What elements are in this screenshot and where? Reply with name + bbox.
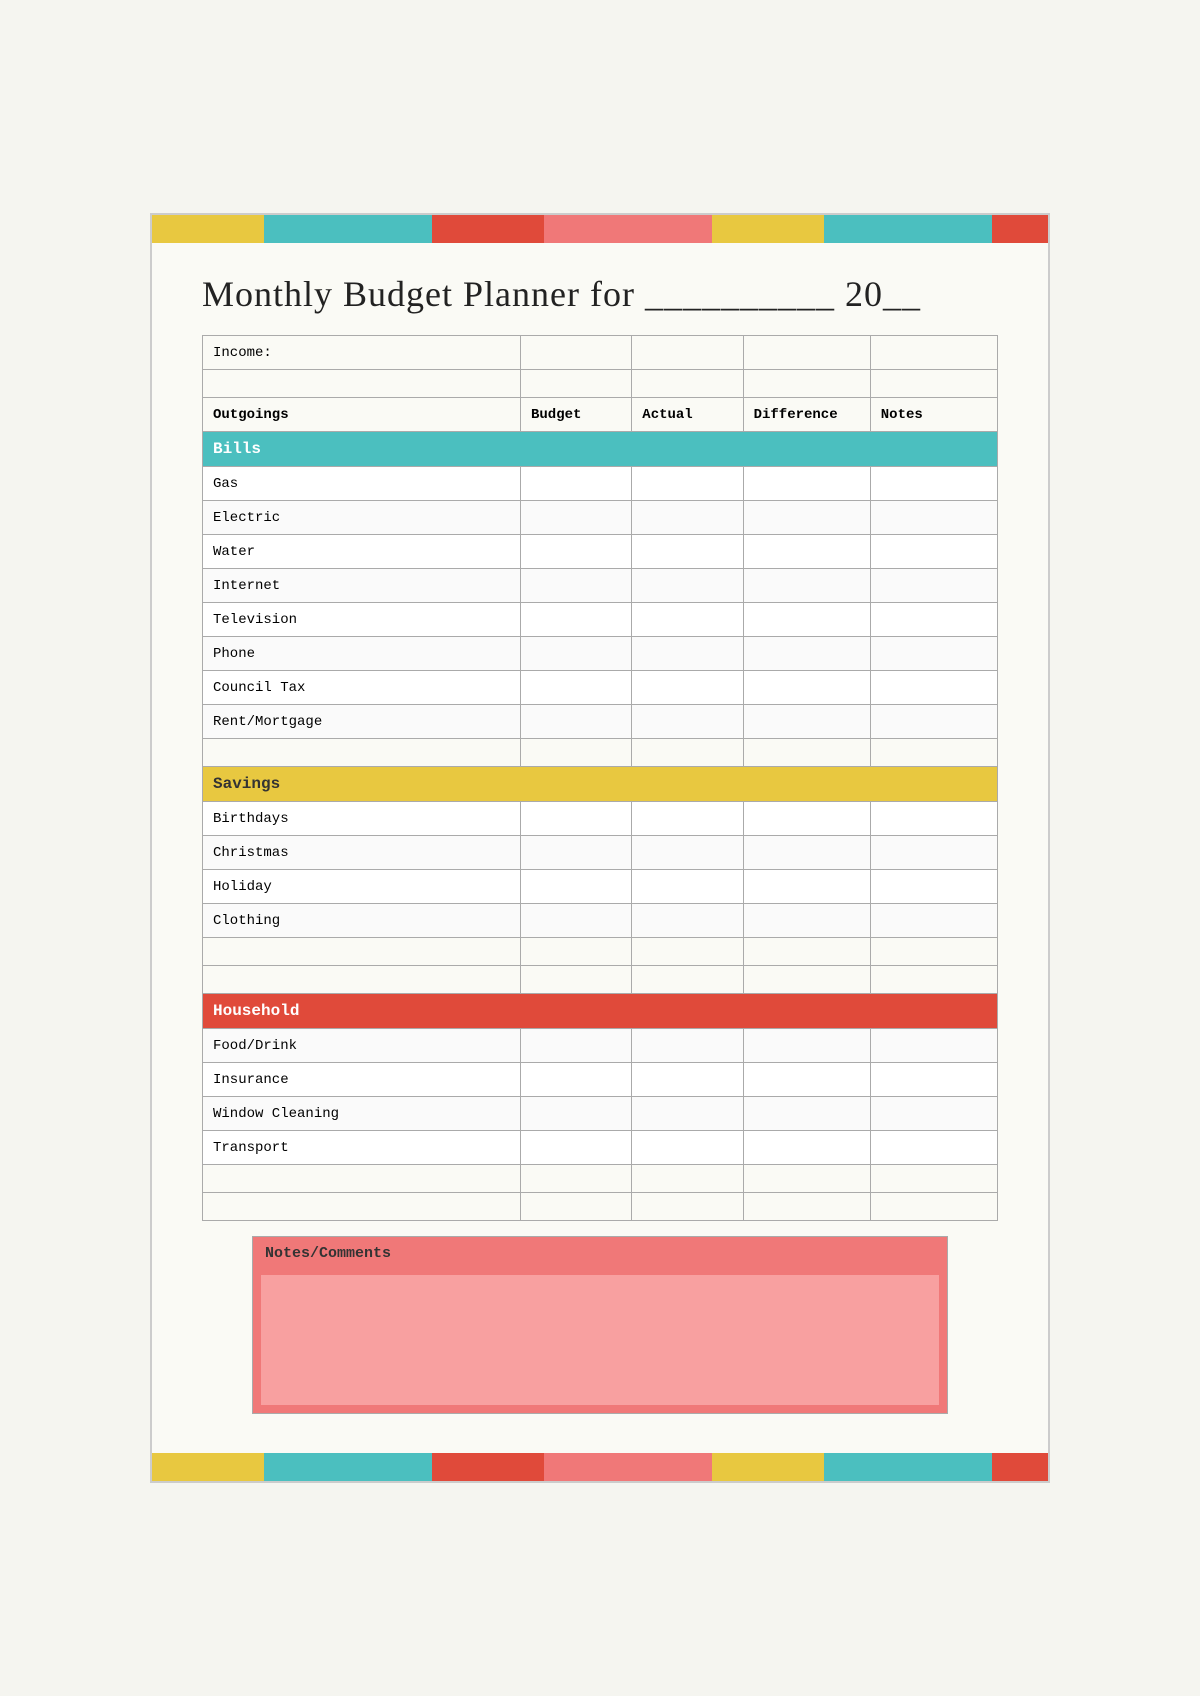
bar-bottom-yellow-1 bbox=[152, 1453, 264, 1481]
empty-row-4 bbox=[203, 966, 998, 994]
table-row: Internet bbox=[203, 569, 998, 603]
row-insurance: Insurance bbox=[203, 1063, 521, 1097]
income-difference[interactable] bbox=[743, 336, 870, 370]
income-label: Income: bbox=[203, 336, 521, 370]
gas-notes[interactable] bbox=[870, 467, 997, 501]
notes-body[interactable] bbox=[261, 1275, 939, 1405]
header-difference: Difference bbox=[743, 398, 870, 432]
row-council-tax: Council Tax bbox=[203, 671, 521, 705]
table-row: Birthdays bbox=[203, 802, 998, 836]
income-actual[interactable] bbox=[632, 336, 743, 370]
bar-yellow-1 bbox=[152, 215, 264, 243]
row-holiday: Holiday bbox=[203, 870, 521, 904]
table-row: Television bbox=[203, 603, 998, 637]
bills-label: Bills bbox=[203, 432, 998, 467]
bar-bottom-red-2 bbox=[992, 1453, 1048, 1481]
row-television: Television bbox=[203, 603, 521, 637]
notes-header: Notes/Comments bbox=[253, 1237, 947, 1270]
top-color-bar bbox=[152, 215, 1048, 243]
row-birthdays: Birthdays bbox=[203, 802, 521, 836]
bar-red-1 bbox=[432, 215, 544, 243]
gas-actual[interactable] bbox=[632, 467, 743, 501]
gas-diff[interactable] bbox=[743, 467, 870, 501]
header-notes: Notes bbox=[870, 398, 997, 432]
income-notes[interactable] bbox=[870, 336, 997, 370]
row-food-drink: Food/Drink bbox=[203, 1029, 521, 1063]
empty-row-3 bbox=[203, 938, 998, 966]
notes-section: Notes/Comments bbox=[252, 1236, 948, 1414]
table-row: Gas bbox=[203, 467, 998, 501]
income-budget[interactable] bbox=[521, 336, 632, 370]
row-christmas: Christmas bbox=[203, 836, 521, 870]
bar-pink-1 bbox=[544, 215, 712, 243]
table-row: Rent/Mortgage bbox=[203, 705, 998, 739]
header-budget: Budget bbox=[521, 398, 632, 432]
row-electric: Electric bbox=[203, 501, 521, 535]
page-title: Monthly Budget Planner for __________ 20… bbox=[202, 273, 998, 315]
savings-label: Savings bbox=[203, 767, 998, 802]
title-area: Monthly Budget Planner for __________ 20… bbox=[152, 243, 1048, 335]
bar-bottom-teal-1 bbox=[264, 1453, 432, 1481]
row-water: Water bbox=[203, 535, 521, 569]
table-row: Council Tax bbox=[203, 671, 998, 705]
income-row: Income: bbox=[203, 336, 998, 370]
table-row: Clothing bbox=[203, 904, 998, 938]
section-household-header: Household bbox=[203, 994, 998, 1029]
table-row: Water bbox=[203, 535, 998, 569]
bar-bottom-pink-1 bbox=[544, 1453, 712, 1481]
empty-row-6 bbox=[203, 1193, 998, 1221]
table-row: Christmas bbox=[203, 836, 998, 870]
row-transport: Transport bbox=[203, 1131, 521, 1165]
row-gas: Gas bbox=[203, 467, 521, 501]
table-row: Phone bbox=[203, 637, 998, 671]
bar-bottom-red-1 bbox=[432, 1453, 544, 1481]
bar-red-2 bbox=[992, 215, 1048, 243]
section-bills-header: Bills bbox=[203, 432, 998, 467]
bottom-color-bar bbox=[152, 1453, 1048, 1481]
row-phone: Phone bbox=[203, 637, 521, 671]
household-label: Household bbox=[203, 994, 998, 1029]
bar-teal-2 bbox=[824, 215, 992, 243]
bar-teal-1 bbox=[264, 215, 432, 243]
page: Monthly Budget Planner for __________ 20… bbox=[150, 213, 1050, 1483]
main-content: Income: Outgoings Budget Actual Differen… bbox=[152, 335, 1048, 1453]
bar-yellow-2 bbox=[712, 215, 824, 243]
table-header-row: Outgoings Budget Actual Difference Notes bbox=[203, 398, 998, 432]
section-savings-header: Savings bbox=[203, 767, 998, 802]
bar-bottom-teal-2 bbox=[824, 1453, 992, 1481]
table-row: Holiday bbox=[203, 870, 998, 904]
row-clothing: Clothing bbox=[203, 904, 521, 938]
table-row: Transport bbox=[203, 1131, 998, 1165]
row-window-cleaning: Window Cleaning bbox=[203, 1097, 521, 1131]
empty-row-1 bbox=[203, 370, 998, 398]
table-row: Insurance bbox=[203, 1063, 998, 1097]
table-row: Food/Drink bbox=[203, 1029, 998, 1063]
header-outgoings: Outgoings bbox=[203, 398, 521, 432]
header-actual: Actual bbox=[632, 398, 743, 432]
gas-budget[interactable] bbox=[521, 467, 632, 501]
table-row: Window Cleaning bbox=[203, 1097, 998, 1131]
bar-bottom-yellow-2 bbox=[712, 1453, 824, 1481]
empty-row-2 bbox=[203, 739, 998, 767]
row-internet: Internet bbox=[203, 569, 521, 603]
row-rent: Rent/Mortgage bbox=[203, 705, 521, 739]
budget-table: Income: Outgoings Budget Actual Differen… bbox=[202, 335, 998, 1221]
table-row: Electric bbox=[203, 501, 998, 535]
empty-row-5 bbox=[203, 1165, 998, 1193]
